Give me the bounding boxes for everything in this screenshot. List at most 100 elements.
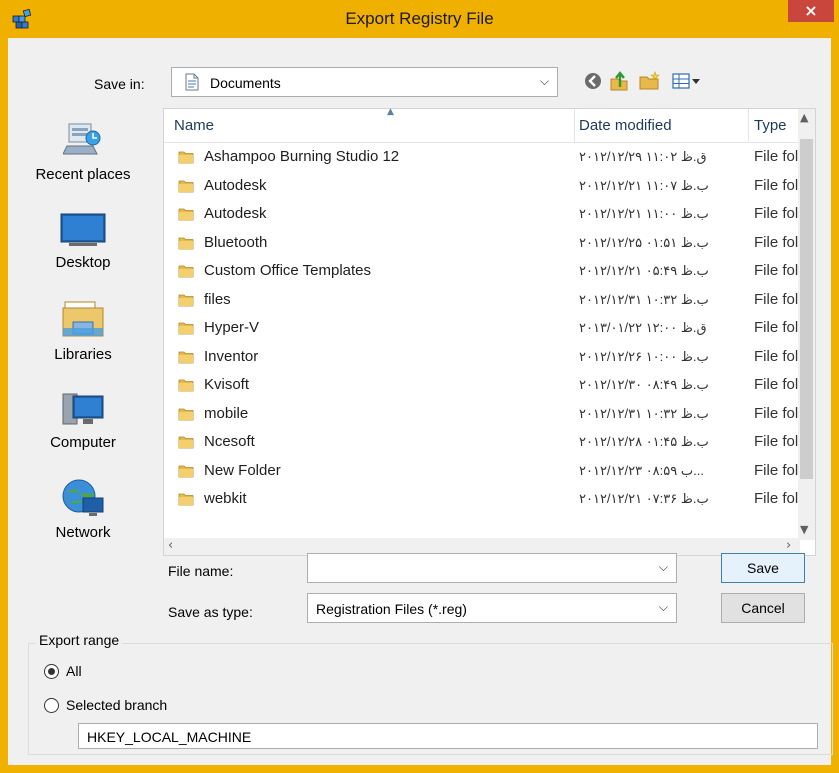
date-modified-cell: ۲۰۱۲/۱۲/۲۹ ق.ظ ۱۱:۰۲ xyxy=(579,149,707,164)
date-modified-cell: ۲۰۱۲/۱۲/۲۱ ب.ظ ۰۵:۴۹ xyxy=(579,263,709,278)
new-folder-icon[interactable] xyxy=(638,70,660,92)
view-menu-icon[interactable] xyxy=(670,70,704,92)
file-list[interactable]: ▲ Name Date modified Type Ashampoo Burni… xyxy=(163,107,816,556)
column-header-row: ▲ Name Date modified Type xyxy=(164,107,800,143)
table-row[interactable]: Bluetooth ۲۰۱۲/۱۲/۲۵ ب.ظ ۰۱:۵۱ File fol xyxy=(164,229,800,258)
file-name-cell: Hyper-V xyxy=(204,319,260,336)
folder-icon xyxy=(178,294,194,306)
type-cell: File fol xyxy=(754,319,799,336)
desktop-icon xyxy=(60,213,106,246)
radio-all[interactable] xyxy=(44,664,59,679)
export-range-title: Export range xyxy=(36,632,123,648)
date-modified-cell: ۲۰۱۲/۱۲/۲۸ ب.ظ ۰۱:۴۵ xyxy=(579,434,709,449)
scroll-up-icon[interactable]: ▲ xyxy=(800,111,808,124)
file-name-input[interactable]: ⌵ xyxy=(307,553,677,583)
type-cell: File fol xyxy=(754,176,799,194)
type-cell: File fol xyxy=(754,404,799,422)
file-name-cell: Autodesk xyxy=(204,205,267,222)
date-modified-cell: ۲۰۱۲/۱۲/۳۱ ب.ظ ۱۰:۳۲ xyxy=(579,291,709,307)
place-label: Recent places xyxy=(35,166,131,183)
places-bar: Recent places Desktop Libraries Computer… xyxy=(8,106,158,556)
date-modified-cell: ۲۰۱۲/۱۲/۲۵ ب.ظ ۰۱:۵۱ xyxy=(579,234,709,250)
column-header-type[interactable]: Type xyxy=(754,117,787,134)
type-cell: File fol xyxy=(754,290,799,308)
export-registry-dialog: Export Registry File × Save in: Document… xyxy=(0,0,839,773)
cancel-button[interactable]: Cancel xyxy=(721,593,805,623)
radio-all-label[interactable]: All xyxy=(66,663,82,679)
up-folder-icon[interactable] xyxy=(608,70,630,92)
place-computer[interactable]: Computer xyxy=(8,390,158,451)
folder-icon xyxy=(178,493,194,506)
table-row[interactable]: mobile ۲۰۱۲/۱۲/۳۱ ب.ظ ۱۰:۳۲ File fol xyxy=(164,400,800,429)
table-row[interactable]: Ashampoo Burning Studio 12 ۲۰۱۲/۱۲/۲۹ ق.ظ… xyxy=(164,143,800,172)
folder-icon xyxy=(178,180,194,192)
scroll-down-icon[interactable]: ▼ xyxy=(800,523,808,536)
file-name-cell: Autodesk xyxy=(204,176,267,194)
scroll-right-icon[interactable]: › xyxy=(786,538,791,553)
file-name-label: File name: xyxy=(168,563,234,579)
column-header-name[interactable]: Name xyxy=(174,117,214,134)
type-cell: File fol xyxy=(754,205,799,222)
save-in-value: Documents xyxy=(210,75,281,91)
table-row[interactable]: Inventor ۲۰۱۲/۱۲/۲۶ ب.ظ ۱۰:۰۰ File fol xyxy=(164,343,800,372)
table-row[interactable]: Custom Office Templates ۲۰۱۲/۱۲/۲۱ ب.ظ ۰۵… xyxy=(164,257,800,286)
table-row[interactable]: files ۲۰۱۲/۱۲/۳۱ ب.ظ ۱۰:۳۲ File fol xyxy=(164,286,800,315)
close-button[interactable]: × xyxy=(788,0,834,22)
chevron-down-icon: ⌵ xyxy=(658,600,668,614)
file-name-cell: mobile xyxy=(204,404,249,422)
column-header-date[interactable]: Date modified xyxy=(579,117,672,134)
table-row[interactable]: webkit ۲۰۱۲/۱۲/۲۱ ب.ظ ۰۷:۳۶ File fol xyxy=(164,485,800,514)
table-row[interactable]: New Folder ۲۰۱۲/۱۲/۲۳ ب ۰۸:۵۹... File fol xyxy=(164,457,800,486)
folder-icon xyxy=(178,237,194,249)
place-desktop[interactable]: Desktop xyxy=(8,210,158,271)
place-network[interactable]: Network xyxy=(8,476,158,541)
table-row[interactable]: Autodesk ۲۰۱۲/۱۲/۲۱ ب.ظ ۱۱:۰۰ File fol xyxy=(164,200,800,229)
date-modified-cell: ۲۰۱۲/۱۲/۲۱ ب.ظ ۱۱:۰۰ xyxy=(579,206,709,221)
file-name-cell: New Folder xyxy=(204,461,281,479)
date-modified-cell: ۲۰۱۲/۱۲/۲۳ ب ۰۸:۵۹... xyxy=(579,462,704,478)
type-cell: File fol xyxy=(754,490,799,507)
column-divider[interactable] xyxy=(748,109,749,143)
folder-icon xyxy=(178,322,194,335)
radio-selected-dot xyxy=(48,668,55,675)
type-cell: File fol xyxy=(754,461,799,479)
table-row[interactable]: Hyper-V ۲۰۱۳/۰۱/۲۲ ق.ظ ۱۲:۰۰ File fol xyxy=(164,314,800,343)
sort-ascending-icon: ▲ xyxy=(387,107,394,117)
folder-icon xyxy=(178,208,194,221)
chevron-down-icon[interactable]: ⌵ xyxy=(659,560,668,575)
file-name-cell: Custom Office Templates xyxy=(204,262,372,279)
vertical-scroll-thumb[interactable] xyxy=(800,139,813,479)
file-name-cell: webkit xyxy=(204,490,247,507)
back-icon[interactable] xyxy=(582,70,604,92)
radio-selected-branch[interactable] xyxy=(44,698,59,713)
branch-input[interactable]: HKEY_LOCAL_MACHINE xyxy=(78,723,818,749)
place-recent-places[interactable]: Recent places xyxy=(8,118,158,183)
folder-icon xyxy=(178,465,194,477)
column-divider[interactable] xyxy=(574,109,575,143)
file-name-cell: Inventor xyxy=(204,347,259,365)
file-name-cell: files xyxy=(204,290,231,308)
folder-icon xyxy=(178,436,194,449)
save-as-type-label: Save as type: xyxy=(168,604,253,620)
save-in-label: Save in: xyxy=(94,76,145,92)
table-row[interactable]: Kvisoft ۲۰۱۲/۱۲/۳۰ ب.ظ ۰۸:۴۹ File fol xyxy=(164,371,800,400)
file-name-cell: Ncesoft xyxy=(204,433,255,450)
date-modified-cell: ۲۰۱۳/۰۱/۲۲ ق.ظ ۱۲:۰۰ xyxy=(579,320,707,335)
documents-folder-icon xyxy=(185,73,199,91)
save-as-type-dropdown[interactable]: Registration Files (*.reg) ⌵ xyxy=(307,593,677,623)
place-label: Libraries xyxy=(54,346,112,363)
folder-icon xyxy=(178,265,194,278)
date-modified-cell: ۲۰۱۲/۱۲/۲۱ ب.ظ ۱۱:۰۷ xyxy=(579,177,709,193)
save-in-dropdown[interactable]: Documents ⌵ xyxy=(171,67,558,97)
vertical-scrollbar[interactable]: ▲ ▼ xyxy=(798,109,815,540)
folder-icon xyxy=(178,151,194,164)
save-button[interactable]: Save xyxy=(721,553,805,583)
title-bar[interactable]: Export Registry File × xyxy=(0,0,839,38)
table-row[interactable]: Ncesoft ۲۰۱۲/۱۲/۲۸ ب.ظ ۰۱:۴۵ File fol xyxy=(164,428,800,457)
table-row[interactable]: Autodesk ۲۰۱۲/۱۲/۲۱ ب.ظ ۱۱:۰۷ File fol xyxy=(164,172,800,201)
libraries-icon xyxy=(62,301,104,337)
radio-selected-branch-label[interactable]: Selected branch xyxy=(66,697,167,713)
place-label: Network xyxy=(55,524,111,541)
scroll-left-icon[interactable]: ‹ xyxy=(168,538,173,553)
place-libraries[interactable]: Libraries xyxy=(8,298,158,363)
